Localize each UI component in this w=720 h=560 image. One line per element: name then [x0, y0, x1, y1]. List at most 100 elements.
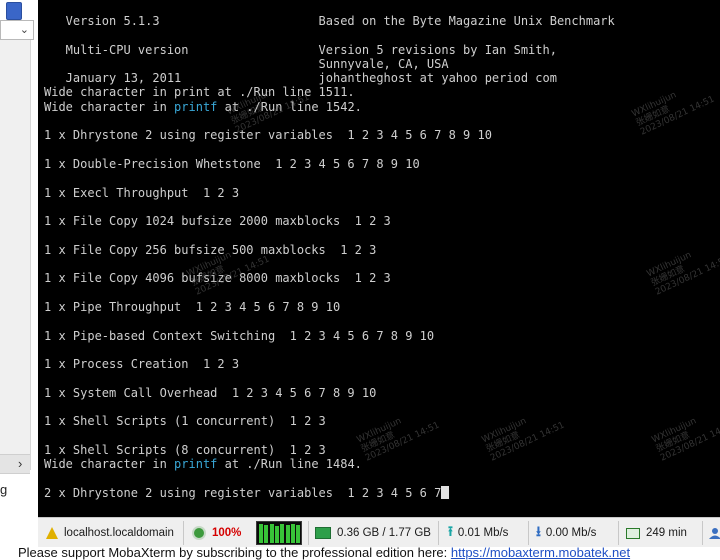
terminal-text: 1 x File Copy 256 bufsize 500 maxblocks … — [44, 242, 377, 257]
support-link[interactable]: https://mobaxterm.mobatek.net — [451, 545, 630, 560]
user-icon — [708, 527, 720, 539]
cpu-icon — [192, 526, 206, 540]
uptime-indicator[interactable]: 249 min — [626, 518, 687, 548]
divider — [308, 521, 309, 545]
divider — [702, 521, 703, 545]
user-indicator[interactable] — [708, 518, 720, 548]
cpu-graph-bar — [285, 525, 290, 543]
terminal-line: 1 x System Call Overhead 1 2 3 4 5 6 7 8… — [44, 386, 720, 400]
terminal-line: 1 x Dhrystone 2 using register variables… — [44, 128, 720, 142]
cpu-graph-bar — [264, 525, 269, 543]
terminal-text: Sunnyvale, CA, USA — [44, 56, 449, 71]
uptime-label: 249 min — [646, 527, 687, 539]
terminal-text: 1 x Shell Scripts (8 concurrent) 1 2 3 — [44, 442, 326, 457]
terminal-text: 1 x Dhrystone 2 using register variables… — [44, 128, 492, 143]
terminal-text: 2 x Dhrystone 2 using register variables… — [44, 485, 442, 500]
memory-indicator[interactable]: 0.36 GB / 1.77 GB — [315, 518, 431, 548]
terminal-highlight: printf — [174, 457, 218, 472]
divider — [618, 521, 619, 545]
terminal-text: Wide character in — [44, 457, 175, 472]
terminal-line: Wide character in printf at ./Run line 1… — [44, 100, 720, 114]
host-label: localhost.localdomain — [64, 527, 174, 539]
terminal-line: Wide character in print at ./Run line 15… — [44, 85, 720, 99]
terminal-line: 1 x Shell Scripts (1 concurrent) 1 2 3 — [44, 414, 720, 428]
terminal-text: 1 x File Copy 1024 bufsize 2000 maxblock… — [44, 214, 391, 229]
download-indicator[interactable]: ⭳ 0.00 Mb/s — [536, 518, 596, 548]
support-text: Please support MobaXterm by subscribing … — [18, 545, 448, 560]
terminal-text: 1 x Double-Precision Whetstone 1 2 3 4 5… — [44, 156, 420, 171]
terminal-line: 1 x Pipe-based Context Switching 1 2 3 4… — [44, 329, 720, 343]
cpu-indicator[interactable]: 100% — [192, 518, 241, 548]
terminal-line: 1 x Pipe Throughput 1 2 3 4 5 6 7 8 9 10 — [44, 300, 720, 314]
terminal-line: Sunnyvale, CA, USA — [44, 57, 720, 71]
cpu-graph-bar — [274, 526, 279, 543]
terminal-line: Wide character in printf at ./Run line 1… — [44, 457, 720, 471]
terminal-text: at ./Run line 1484. — [217, 457, 362, 472]
sidebar-panel — [0, 40, 31, 470]
divider — [438, 521, 439, 545]
terminal-window[interactable]: Version 5.1.3 Based on the Byte Magazine… — [38, 0, 720, 517]
cpu-graph-bar — [269, 524, 274, 543]
terminal-cursor — [441, 485, 450, 499]
terminal-text: Version 5.1.3 Based on the Byte Magazine… — [44, 14, 615, 28]
upload-arrow-icon: ⭱ — [448, 523, 453, 539]
terminal-text: 1 x Process Creation 1 2 3 — [44, 357, 240, 372]
linux-tux-icon — [46, 527, 58, 539]
support-banner: Please support MobaXterm by subscribing … — [0, 545, 720, 560]
sidebar-partial-label: g — [0, 482, 8, 497]
terminal-line: Version 5.1.3 Based on the Byte Magazine… — [44, 14, 720, 28]
session-icon[interactable] — [6, 2, 22, 20]
terminal-text: Wide character in print at ./Run line 15… — [44, 85, 355, 100]
terminal-text: 1 x Pipe Throughput 1 2 3 4 5 6 7 8 9 10 — [44, 299, 341, 314]
terminal-text: 1 x Shell Scripts (1 concurrent) 1 2 3 — [44, 414, 326, 429]
cpu-graph-bar — [259, 524, 263, 543]
terminal-line: 1 x Execl Throughput 1 2 3 — [44, 186, 720, 200]
chevron-down-icon: ⌄ — [19, 24, 29, 36]
uptime-icon — [626, 527, 640, 539]
terminal-text: 1 x File Copy 4096 bufsize 8000 maxblock… — [44, 271, 391, 286]
download-arrow-icon: ⭳ — [536, 523, 541, 539]
terminal-text: January 13, 2011 johantheghost at yahoo … — [44, 71, 557, 86]
host-indicator[interactable]: localhost.localdomain — [46, 518, 174, 548]
divider — [183, 521, 184, 545]
terminal-text: 1 x System Call Overhead 1 2 3 4 5 6 7 8… — [44, 385, 377, 400]
terminal-text: Wide character in — [44, 99, 175, 114]
upload-indicator[interactable]: ⭱ 0.01 Mb/s — [448, 518, 508, 548]
terminal-line: 2 x Dhrystone 2 using register variables… — [44, 485, 720, 500]
terminal-line: 1 x File Copy 1024 bufsize 2000 maxblock… — [44, 214, 720, 228]
terminal-line: 1 x Double-Precision Whetstone 1 2 3 4 5… — [44, 157, 720, 171]
cpu-graph — [256, 521, 302, 545]
terminal-highlight: printf — [174, 99, 218, 114]
session-dropdown[interactable]: ⌄ — [0, 20, 34, 40]
upload-label: 0.01 Mb/s — [457, 527, 509, 539]
terminal-text: Multi-CPU version Version 5 revisions by… — [44, 42, 557, 57]
terminal-text: 1 x Pipe-based Context Switching 1 2 3 4… — [44, 328, 435, 343]
sidebar-expand-button[interactable]: › — [0, 454, 30, 474]
divider — [528, 521, 529, 545]
memory-icon — [315, 527, 331, 539]
cpu-graph-bar — [296, 525, 301, 543]
terminal-text: 1 x Execl Throughput 1 2 3 — [44, 185, 240, 200]
terminal-line: 1 x Shell Scripts (8 concurrent) 1 2 3 — [44, 443, 720, 457]
left-sidebar: ⌄ › g — [0, 0, 39, 517]
terminal-line: Multi-CPU version Version 5 revisions by… — [44, 43, 720, 57]
terminal-line: 1 x File Copy 4096 bufsize 8000 maxblock… — [44, 271, 720, 285]
terminal-line: 1 x Process Creation 1 2 3 — [44, 357, 720, 371]
chevron-right-icon: › — [18, 456, 23, 471]
terminal-line: 1 x File Copy 256 bufsize 500 maxblocks … — [44, 243, 720, 257]
cpu-graph-bar — [290, 524, 295, 543]
terminal-line: January 13, 2011 johantheghost at yahoo … — [44, 71, 720, 85]
cpu-percent: 100% — [212, 527, 242, 539]
cpu-graph-bar — [280, 524, 285, 543]
